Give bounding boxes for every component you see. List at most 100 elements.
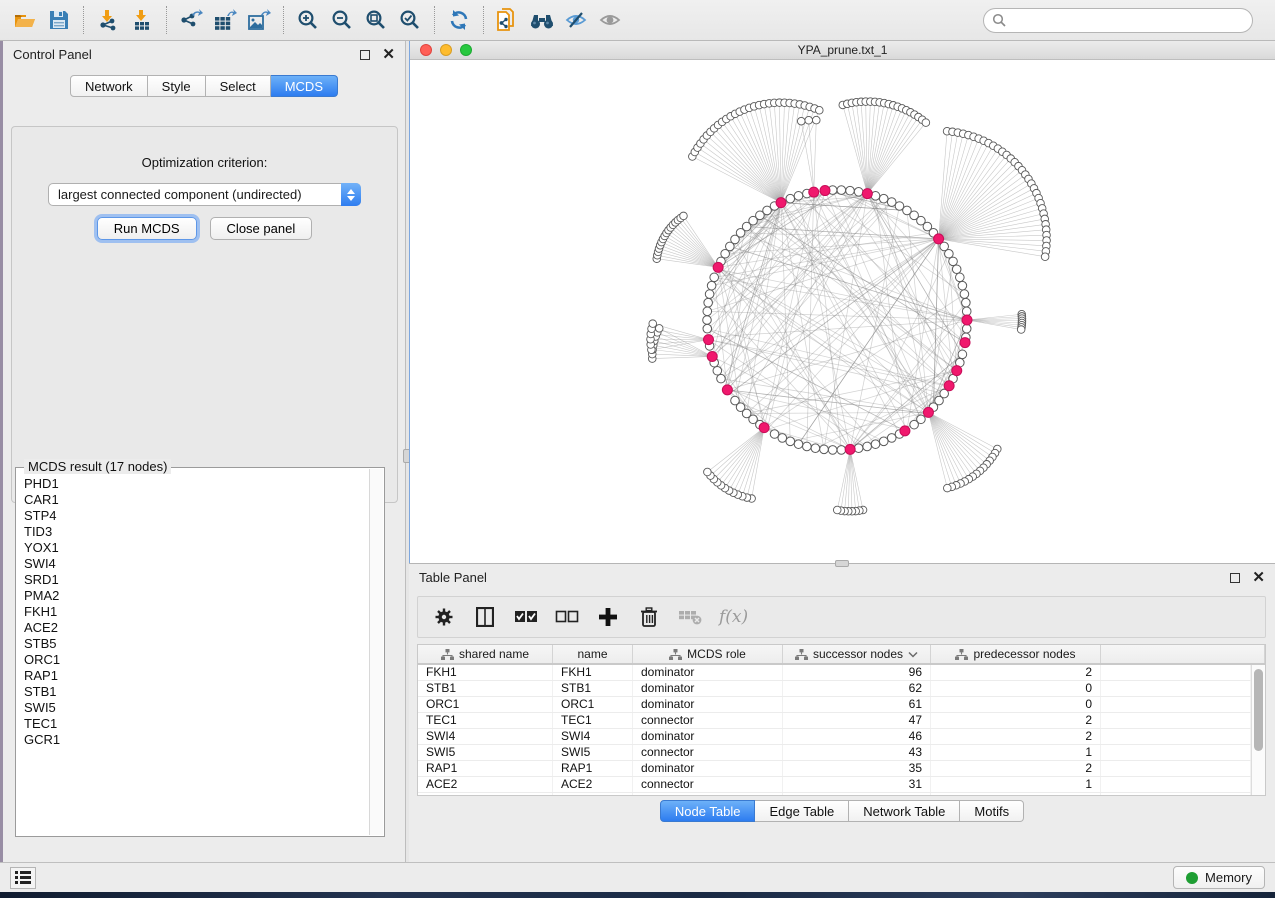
network-ring-node[interactable] — [958, 350, 967, 359]
network-ring-node[interactable] — [952, 265, 961, 274]
network-dominator-node[interactable] — [759, 423, 769, 433]
tab-motifs[interactable]: Motifs — [960, 800, 1024, 822]
zoom-in-icon[interactable] — [291, 4, 325, 36]
network-leaf-node[interactable] — [805, 116, 813, 124]
network-leaf-node[interactable] — [1017, 326, 1025, 334]
network-ring-node[interactable] — [778, 434, 787, 443]
mcds-result-item[interactable]: SWI5 — [24, 700, 368, 716]
network-ring-node[interactable] — [879, 437, 888, 446]
table-scrollbar[interactable] — [1251, 665, 1265, 795]
network-dominator-node[interactable] — [707, 351, 717, 361]
network-ring-node[interactable] — [786, 437, 795, 446]
network-ring-node[interactable] — [949, 257, 958, 266]
mcds-result-item[interactable]: ORC1 — [24, 652, 368, 668]
network-dominator-node[interactable] — [862, 189, 872, 199]
mcds-result-item[interactable]: STB1 — [24, 684, 368, 700]
search-box[interactable] — [983, 8, 1253, 33]
network-leaf-node[interactable] — [704, 468, 712, 476]
network-ring-node[interactable] — [887, 434, 896, 443]
network-dominator-node[interactable] — [809, 187, 819, 197]
network-leaf-node[interactable] — [649, 320, 657, 328]
network-ring-node[interactable] — [837, 446, 846, 455]
tab-mcds[interactable]: MCDS — [271, 75, 338, 97]
apply-layout-icon[interactable] — [442, 4, 476, 36]
network-ring-node[interactable] — [717, 374, 726, 383]
mcds-result-item[interactable]: STP4 — [24, 508, 368, 524]
table-row[interactable]: RAP1RAP1dominator352 — [418, 761, 1251, 777]
float-panel-icon[interactable] — [1230, 573, 1240, 583]
network-ring-node[interactable] — [731, 396, 740, 405]
network-dominator-node[interactable] — [944, 381, 954, 391]
network-leaf-node[interactable] — [655, 325, 663, 333]
network-leaf-node[interactable] — [944, 484, 952, 492]
network-from-file-icon[interactable] — [491, 4, 525, 36]
network-dominator-node[interactable] — [952, 366, 962, 376]
network-ring-node[interactable] — [703, 316, 712, 325]
table-row[interactable]: STB1STB1dominator620 — [418, 681, 1251, 697]
mcds-result-list[interactable]: PHD1CAR1STP4TID3YOX1SWI4SRD1PMA2FKH1ACE2… — [24, 476, 368, 832]
column-header-mcds-role[interactable]: MCDS role — [633, 645, 783, 663]
run-mcds-button[interactable]: Run MCDS — [97, 217, 197, 240]
mcds-result-item[interactable]: TID3 — [24, 524, 368, 540]
network-graph[interactable] — [410, 61, 1275, 563]
mcds-result-item[interactable]: TEC1 — [24, 716, 368, 732]
network-leaf-node[interactable] — [797, 117, 805, 125]
network-ring-node[interactable] — [910, 420, 919, 429]
network-canvas[interactable] — [410, 61, 1275, 563]
network-ring-node[interactable] — [786, 194, 795, 203]
import-table-icon[interactable] — [125, 4, 159, 36]
network-ring-node[interactable] — [871, 440, 880, 449]
table-row[interactable]: TEC1TEC1connector472 — [418, 713, 1251, 729]
mcds-result-item[interactable]: GCR1 — [24, 732, 368, 748]
network-ring-node[interactable] — [713, 366, 722, 375]
tab-edge-table[interactable]: Edge Table — [755, 800, 849, 822]
import-network-icon[interactable] — [91, 4, 125, 36]
tab-network[interactable]: Network — [70, 75, 148, 97]
network-dominator-node[interactable] — [713, 262, 723, 272]
network-dominator-node[interactable] — [820, 186, 830, 196]
horizontal-splitter-handle[interactable] — [835, 560, 849, 567]
mcds-result-item[interactable]: PMA2 — [24, 588, 368, 604]
column-header-predecessor-nodes[interactable]: predecessor nodes — [931, 645, 1101, 663]
table-row[interactable]: ACE2ACE2connector311 — [418, 777, 1251, 793]
search-binoculars-icon[interactable] — [525, 4, 559, 36]
network-ring-node[interactable] — [820, 445, 829, 454]
network-ring-node[interactable] — [704, 298, 713, 307]
network-ring-node[interactable] — [803, 442, 812, 451]
tab-network-table[interactable]: Network Table — [849, 800, 960, 822]
network-ring-node[interactable] — [854, 188, 863, 197]
network-ring-node[interactable] — [794, 192, 803, 201]
network-ring-node[interactable] — [703, 324, 712, 333]
float-panel-icon[interactable] — [360, 50, 370, 60]
mcds-result-item[interactable]: RAP1 — [24, 668, 368, 684]
network-ring-node[interactable] — [887, 198, 896, 207]
network-ring-node[interactable] — [828, 446, 837, 455]
network-ring-node[interactable] — [960, 290, 969, 299]
mcds-result-item[interactable]: SWI4 — [24, 556, 368, 572]
tab-style[interactable]: Style — [148, 75, 206, 97]
network-ring-node[interactable] — [863, 442, 872, 451]
optimization-criterion-dropdown[interactable]: largest connected component (undirected) — [48, 183, 361, 206]
column-header-successor-nodes[interactable]: successor nodes — [783, 645, 931, 663]
network-dominator-node[interactable] — [923, 407, 933, 417]
network-ring-node[interactable] — [707, 281, 716, 290]
mcds-result-item[interactable]: YOX1 — [24, 540, 368, 556]
zoom-fit-icon[interactable] — [359, 4, 393, 36]
network-ring-node[interactable] — [770, 430, 779, 439]
network-dominator-node[interactable] — [934, 234, 944, 244]
show-columns-icon[interactable] — [473, 605, 497, 629]
network-ring-node[interactable] — [811, 444, 820, 453]
table-row[interactable]: SWI4SWI4dominator462 — [418, 729, 1251, 745]
network-leaf-node[interactable] — [680, 212, 688, 220]
zoom-out-icon[interactable] — [325, 4, 359, 36]
deselect-all-rows-icon[interactable] — [555, 605, 579, 629]
export-network-icon[interactable] — [174, 4, 208, 36]
export-table-icon[interactable] — [208, 4, 242, 36]
task-history-button[interactable] — [10, 867, 36, 889]
network-leaf-node[interactable] — [922, 119, 930, 127]
network-ring-node[interactable] — [956, 273, 965, 282]
network-leaf-node[interactable] — [1041, 253, 1049, 261]
show-all-icon[interactable] — [593, 4, 627, 36]
column-header-name[interactable]: name — [553, 645, 633, 663]
network-dominator-node[interactable] — [900, 426, 910, 436]
